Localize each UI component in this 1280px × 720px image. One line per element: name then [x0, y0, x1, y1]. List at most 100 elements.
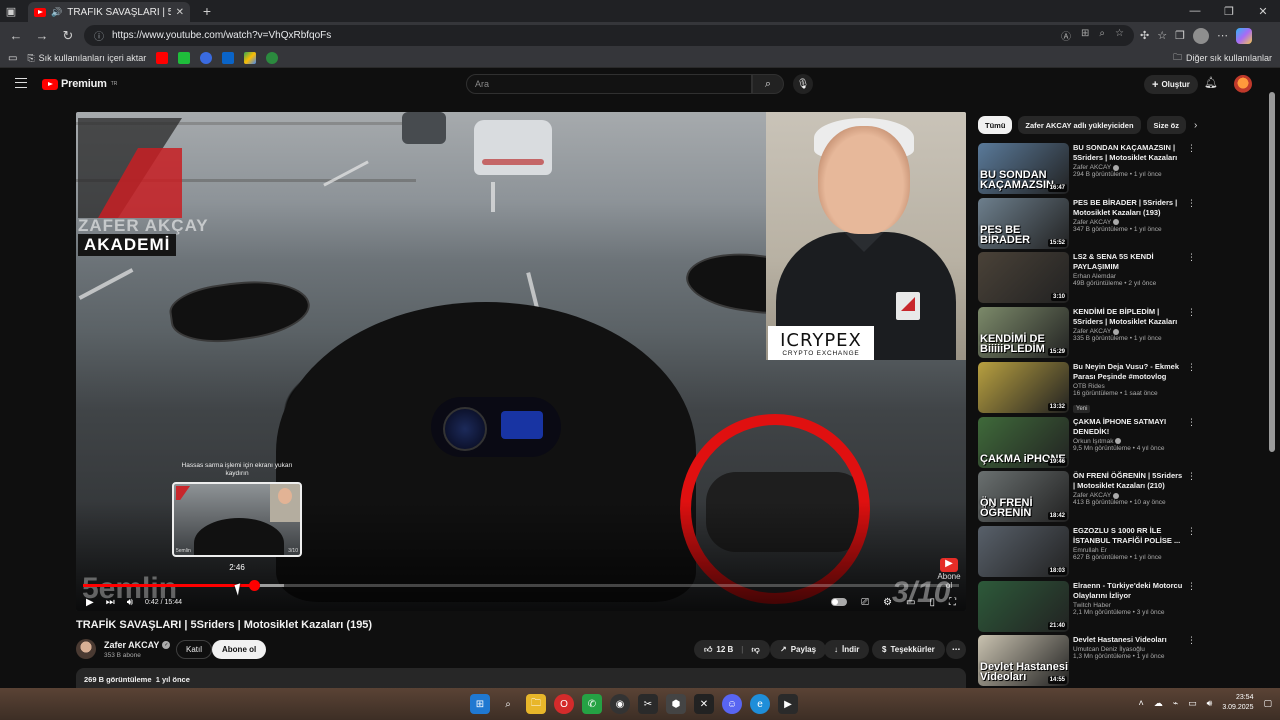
- video-channel[interactable]: OTB Rides: [1073, 383, 1185, 390]
- chip-for-you[interactable]: Size öz: [1146, 116, 1186, 134]
- search-taskbar-icon[interactable]: ⌕: [498, 694, 518, 714]
- thanks-button[interactable]: $ Teşekkürler: [872, 640, 945, 659]
- more-menu-icon[interactable]: ⋯: [1217, 29, 1228, 42]
- voice-search-button[interactable]: 🎙: [793, 74, 813, 94]
- sidebar-toggle-icon[interactable]: ▭: [8, 53, 17, 64]
- bookmark-youtube-icon[interactable]: [156, 52, 169, 64]
- bookmark-kick-icon[interactable]: [178, 52, 191, 64]
- bookmark-game-icon[interactable]: [266, 52, 279, 64]
- video-channel[interactable]: Umutcan Deniz İlyasoğlu: [1073, 646, 1185, 653]
- more-actions-button[interactable]: ⋯: [946, 640, 966, 659]
- zoom-icon[interactable]: ⌕: [1099, 28, 1105, 43]
- notifications-bell-icon[interactable]: 🔔︎: [1204, 76, 1218, 89]
- new-tab-button[interactable]: +: [198, 3, 216, 19]
- recommended-video[interactable]: 18:03 EGZOZLU S 1000 RR İLE İSTANBUL TRAF…: [978, 525, 1198, 578]
- video-title-link[interactable]: KENDİMİ DE BİPLEDİM | 5Sriders | Motosik…: [1073, 307, 1185, 327]
- bookmark-outlook-icon[interactable]: [222, 52, 235, 64]
- steam-cube-icon[interactable]: ⬢: [666, 694, 686, 714]
- notification-icon[interactable]: ▢: [1263, 698, 1272, 709]
- xbox-icon[interactable]: ✕: [694, 694, 714, 714]
- video-thumbnail[interactable]: PES BE BİRADER 15:52: [978, 197, 1069, 249]
- video-title-link[interactable]: LS2 & SENA 5S KENDİ PAYLAŞIMIM: [1073, 252, 1185, 272]
- import-favorites-link[interactable]: ⎘ Sık kullanılanları içeri aktar: [27, 53, 146, 64]
- capcut-icon[interactable]: ✂: [638, 694, 658, 714]
- video-thumbnail[interactable]: 21:40: [978, 580, 1069, 632]
- video-options-icon[interactable]: ⋮: [1187, 417, 1196, 428]
- video-options-icon[interactable]: ⋮: [1187, 362, 1196, 373]
- next-icon[interactable]: ⏭: [106, 597, 115, 608]
- video-title-link[interactable]: ÇAKMA İPHONE SATMAYI DENEDİK!: [1073, 417, 1185, 437]
- favorites-icon[interactable]: ☆: [1157, 29, 1167, 42]
- discord-icon[interactable]: ☺: [722, 694, 742, 714]
- video-thumbnail[interactable]: Devlet Hastanesi Videoları 14:55: [978, 635, 1069, 687]
- play-icon[interactable]: ▶: [86, 597, 94, 608]
- subscribe-button[interactable]: Abone ol: [212, 640, 267, 659]
- video-options-icon[interactable]: ⋮: [1187, 143, 1196, 154]
- account-avatar[interactable]: [1234, 75, 1252, 93]
- recommended-video[interactable]: 21:40 Elraenn - Türkiye'deki Motorcu Olay…: [978, 580, 1198, 633]
- forward-icon[interactable]: →: [32, 26, 52, 46]
- speaker-icon[interactable]: 🔊: [51, 7, 62, 18]
- create-button[interactable]: + Oluştur: [1144, 75, 1198, 94]
- volume-icon[interactable]: 🔊︎: [127, 597, 133, 608]
- recommended-video[interactable]: PES BE BİRADER 15:52 PES BE BİRADER | 5Sri…: [978, 197, 1198, 250]
- close-window-icon[interactable]: ✕: [1246, 5, 1280, 18]
- recommended-video[interactable]: 13:32 Bu Neyin Deja Vusu? - Ekmek Parası …: [978, 361, 1198, 414]
- file-explorer-icon[interactable]: 🗀: [526, 694, 546, 714]
- whatsapp-icon[interactable]: ✆: [582, 694, 602, 714]
- collections-icon[interactable]: ❐: [1175, 29, 1185, 42]
- site-info-icon[interactable]: ⓘ: [94, 28, 104, 43]
- video-options-icon[interactable]: ⋮: [1187, 635, 1196, 646]
- video-channel[interactable]: Zafer AKCAY: [1073, 164, 1185, 171]
- clock[interactable]: 23:54 3.09.2025: [1222, 693, 1253, 713]
- opera-icon[interactable]: O: [554, 694, 574, 714]
- share-button[interactable]: ↗ Paylaş: [770, 640, 827, 659]
- theater-mode-icon[interactable]: ▯: [929, 597, 935, 608]
- bookmark-r-icon[interactable]: [200, 52, 213, 64]
- video-options-icon[interactable]: ⋮: [1187, 198, 1196, 209]
- video-title-link[interactable]: ÖN FRENİ ÖĞRENİN | 5Sriders | Motosiklet…: [1073, 471, 1185, 491]
- video-channel[interactable]: Zafer AKCAY: [1073, 219, 1185, 226]
- video-thumbnail[interactable]: KENDİMİ DE BiiiiiPLEDİM 15:29: [978, 307, 1069, 359]
- back-icon[interactable]: ←: [6, 26, 26, 46]
- search-button[interactable]: ⌕: [752, 74, 784, 94]
- video-title-link[interactable]: EGZOZLU S 1000 RR İLE İSTANBUL TRAFİĞİ P…: [1073, 526, 1185, 546]
- video-channel[interactable]: Zafer AKCAY: [1073, 328, 1185, 335]
- video-channel[interactable]: Emrullah Er: [1073, 547, 1185, 554]
- video-thumbnail[interactable]: 3:10: [978, 252, 1069, 304]
- video-channel[interactable]: Erhan Alemdar: [1073, 273, 1185, 280]
- onedrive-cloud-icon[interactable]: ☁: [1154, 698, 1163, 709]
- start-windows-icon[interactable]: ⊞: [470, 694, 490, 714]
- progress-scrubber[interactable]: [248, 580, 260, 591]
- progress-bar[interactable]: [83, 580, 959, 591]
- video-title-link[interactable]: PES BE BİRADER | 5Sriders | Motosiklet K…: [1073, 198, 1185, 218]
- download-button[interactable]: ↓ İndir: [824, 640, 870, 659]
- video-player[interactable]: ZAFER AKÇAY AKADEMİ ICRYPEX CRYPTO EXCHA…: [76, 112, 966, 611]
- app-available-icon[interactable]: ⊞: [1081, 28, 1089, 43]
- chevron-right-icon[interactable]: ›: [1194, 120, 1197, 131]
- recommended-video[interactable]: ÖN FRENİ ÖĞRENİN 18:42 ÖN FRENİ ÖĞRENİN | …: [978, 471, 1198, 523]
- fullscreen-icon[interactable]: ⛶: [949, 597, 956, 608]
- settings-gear-icon[interactable]: ⚙: [883, 597, 892, 608]
- video-options-icon[interactable]: ⋮: [1187, 307, 1196, 318]
- channel-name[interactable]: Zafer AKCAY ✓: [104, 640, 171, 650]
- maximize-icon[interactable]: ❐: [1212, 5, 1246, 18]
- extensions-icon[interactable]: ✣: [1140, 29, 1149, 42]
- favorite-star-icon[interactable]: ☆: [1115, 28, 1124, 43]
- browser-tab-active[interactable]: 🔊 TRAFİK SAVAŞLARI | 5Sriders ✕: [28, 2, 190, 22]
- usb-icon[interactable]: ⌁: [1173, 698, 1178, 709]
- autoplay-toggle[interactable]: [831, 598, 848, 606]
- edge-icon[interactable]: e: [750, 694, 770, 714]
- recommended-video[interactable]: 3:10 LS2 & SENA 5S KENDİ PAYLAŞIMIM Erhan …: [978, 252, 1198, 304]
- video-channel[interactable]: Zafer AKCAY: [1073, 492, 1185, 499]
- bookmark-drive-icon[interactable]: [244, 52, 257, 64]
- video-options-icon[interactable]: ⋮: [1187, 252, 1196, 263]
- minimize-icon[interactable]: —: [1178, 5, 1212, 18]
- video-thumbnail[interactable]: ÇAKMA iPHONE 19:46: [978, 416, 1069, 468]
- thumbs-down-icon[interactable]: 👎︎: [752, 645, 760, 655]
- video-title-link[interactable]: Elraenn - Türkiye'deki Motorcu Olayların…: [1073, 581, 1185, 601]
- video-channel[interactable]: Twitch Haber: [1073, 602, 1185, 609]
- video-thumbnail[interactable]: ÖN FRENİ ÖĞRENİN 18:42: [978, 471, 1069, 523]
- recommended-video[interactable]: Devlet Hastanesi Videoları 14:55 Devlet Ha…: [978, 635, 1198, 687]
- hamburger-menu-icon[interactable]: [15, 78, 27, 88]
